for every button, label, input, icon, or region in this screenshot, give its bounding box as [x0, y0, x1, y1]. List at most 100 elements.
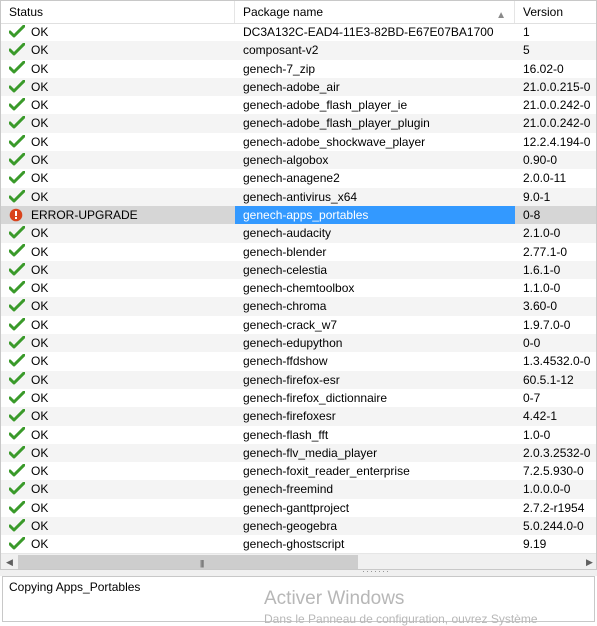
error-icon [9, 208, 25, 222]
version-cell: 4.42-1 [523, 409, 558, 424]
table-row[interactable]: OK genech-flash_fft 1.0-0 [1, 426, 596, 444]
status-cell: OK [1, 535, 235, 553]
status-text: OK [31, 25, 49, 39]
table-row[interactable]: OK genech-geogebra 5.0.244.0-0 [1, 517, 596, 536]
package-cell: genech-edupython [243, 336, 343, 351]
version-cell: 2.77.1-0 [523, 244, 568, 259]
package-cell: genech-antivirus_x64 [243, 189, 358, 204]
table-row[interactable]: OK DC3A132C-EAD4-11E3-82BD-E67E07BA1700 1 [1, 23, 596, 41]
activation-watermark-title: Activer Windows [264, 588, 405, 609]
status-cell: OK [1, 499, 235, 517]
status-text: OK [31, 390, 49, 405]
package-cell: genech-ganttproject [243, 500, 350, 515]
table-row[interactable]: OK genech-adobe_air 21.0.0.215-0 [1, 77, 596, 97]
status-text: OK [31, 445, 49, 460]
scroll-left-icon[interactable]: ◀ [1, 554, 18, 569]
status-text: OK [31, 299, 49, 314]
table-row[interactable]: OK genech-flv_media_player 2.0.3.2532-0 [1, 443, 596, 463]
status-cell: OK [1, 517, 235, 535]
version-cell: 9.19 [523, 537, 547, 552]
status-text: OK [31, 537, 49, 552]
status-cell: OK [1, 78, 235, 96]
status-cell: OK [1, 334, 235, 352]
packages-table: Status Package name ▲ Version OK DC3A132C… [0, 0, 597, 570]
check-icon [8, 536, 26, 551]
column-header-status[interactable]: Status [1, 1, 235, 23]
table-row[interactable]: OK genech-ganttproject 2.7.2-r1954 [1, 499, 596, 517]
version-cell: 0-0 [523, 336, 541, 351]
table-row[interactable]: OK genech-7_zip 16.02-0 [1, 60, 596, 78]
status-cell: OK [1, 188, 235, 206]
table-row[interactable]: OK genech-crack_w7 1.9.7.0-0 [1, 316, 596, 334]
table-row[interactable]: OK genech-antivirus_x64 9.0-1 [1, 187, 596, 206]
table-row[interactable]: ERROR-UPGRADE genech-apps_portables 0-8 [1, 205, 596, 224]
table-row[interactable]: OK genech-adobe_shockwave_player 12.2.4.19… [1, 133, 596, 151]
package-cell: genech-anagene2 [243, 171, 340, 186]
package-cell: genech-7_zip [243, 61, 316, 76]
status-cell: OK [1, 224, 235, 242]
table-row[interactable]: OK genech-chemtoolbox 1.1.0-0 [1, 279, 596, 297]
package-cell: genech-adobe_flash_player_ie [243, 98, 408, 113]
check-icon [8, 97, 26, 112]
table-row[interactable]: OK genech-freemind 1.0.0.0-0 [1, 480, 596, 499]
check-icon [8, 408, 26, 423]
version-cell: 5 [523, 43, 530, 58]
status-cell: ERROR-UPGRADE [1, 205, 235, 224]
version-cell: 1.9.7.0-0 [523, 317, 571, 332]
table-row[interactable]: OK composant-v2 5 [1, 41, 596, 60]
scroll-right-icon[interactable]: ▶ [581, 554, 596, 569]
column-header-package[interactable]: Package name ▲ [235, 1, 515, 23]
version-cell: 0.90-0 [523, 153, 558, 168]
package-cell: genech-flash_fft [243, 427, 329, 442]
horizontal-scrollbar[interactable]: ◀ ||| ▶ [1, 553, 596, 569]
status-cell: OK [1, 169, 235, 187]
status-cell: OK [1, 96, 235, 114]
version-cell: 5.0.244.0-0 [523, 519, 584, 534]
status-text: OK [31, 226, 49, 241]
status-cell: OK [1, 60, 235, 78]
check-icon [8, 298, 26, 313]
status-text: OK [31, 482, 49, 497]
package-cell: genech-flv_media_player [243, 445, 378, 460]
column-header-version[interactable]: Version [515, 1, 596, 23]
version-cell: 0-7 [523, 390, 541, 405]
table-row[interactable]: OK genech-celestia 1.6.1-0 [1, 260, 596, 280]
table-row[interactable]: OK genech-adobe_flash_player_plugin 21.0.0… [1, 114, 596, 133]
table-row[interactable]: OK genech-algobox 0.90-0 [1, 151, 596, 170]
check-icon [8, 390, 26, 405]
table-row[interactable]: OK genech-firefox_dictionnaire 0-7 [1, 389, 596, 407]
table-row[interactable]: OK genech-firefox-esr 60.5.1-12 [1, 370, 596, 389]
status-cell: OK [1, 297, 235, 315]
check-icon [8, 445, 26, 460]
table-row[interactable]: OK genech-blender 2.77.1-0 [1, 243, 596, 261]
check-icon [8, 24, 26, 39]
check-icon [8, 134, 26, 149]
table-row[interactable]: OK genech-foxit_reader_enterprise 7.2.5.93… [1, 462, 596, 480]
status-text: OK [31, 262, 49, 277]
version-cell: 2.7.2-r1954 [523, 500, 585, 515]
table-row[interactable]: OK genech-edupython 0-0 [1, 334, 596, 353]
status-text: OK [31, 98, 49, 113]
table-row[interactable]: OK genech-anagene2 2.0.0-11 [1, 169, 596, 187]
status-text: OK [31, 372, 49, 387]
version-cell: 21.0.0.242-0 [523, 98, 591, 113]
status-text: OK [31, 79, 49, 94]
check-icon [8, 317, 26, 332]
table-row[interactable]: OK genech-chroma 3.60-0 [1, 297, 596, 316]
check-icon [8, 371, 26, 386]
table-row[interactable]: OK genech-firefoxesr 4.42-1 [1, 407, 596, 426]
activation-watermark-subtitle: Dans le Panneau de configuration, ouvrez… [264, 612, 538, 626]
package-cell: genech-adobe_air [243, 79, 340, 94]
status-text: OK [31, 61, 49, 76]
scrollbar-thumb[interactable]: ||| [18, 555, 358, 569]
table-row[interactable]: OK genech-ffdshow 1.3.4532.0-0 [1, 352, 596, 370]
package-cell: genech-audacity [243, 226, 332, 241]
status-text: OK [31, 500, 49, 515]
table-row[interactable]: OK genech-audacity 2.1.0-0 [1, 224, 596, 243]
status-text: OK [31, 116, 49, 131]
check-icon [8, 463, 26, 478]
package-cell: genech-adobe_flash_player_plugin [243, 116, 430, 131]
table-row[interactable]: OK genech-ghostscript 9.19 [1, 535, 596, 553]
version-cell: 1.1.0-0 [523, 281, 561, 296]
table-row[interactable]: OK genech-adobe_flash_player_ie 21.0.0.242… [1, 96, 596, 114]
